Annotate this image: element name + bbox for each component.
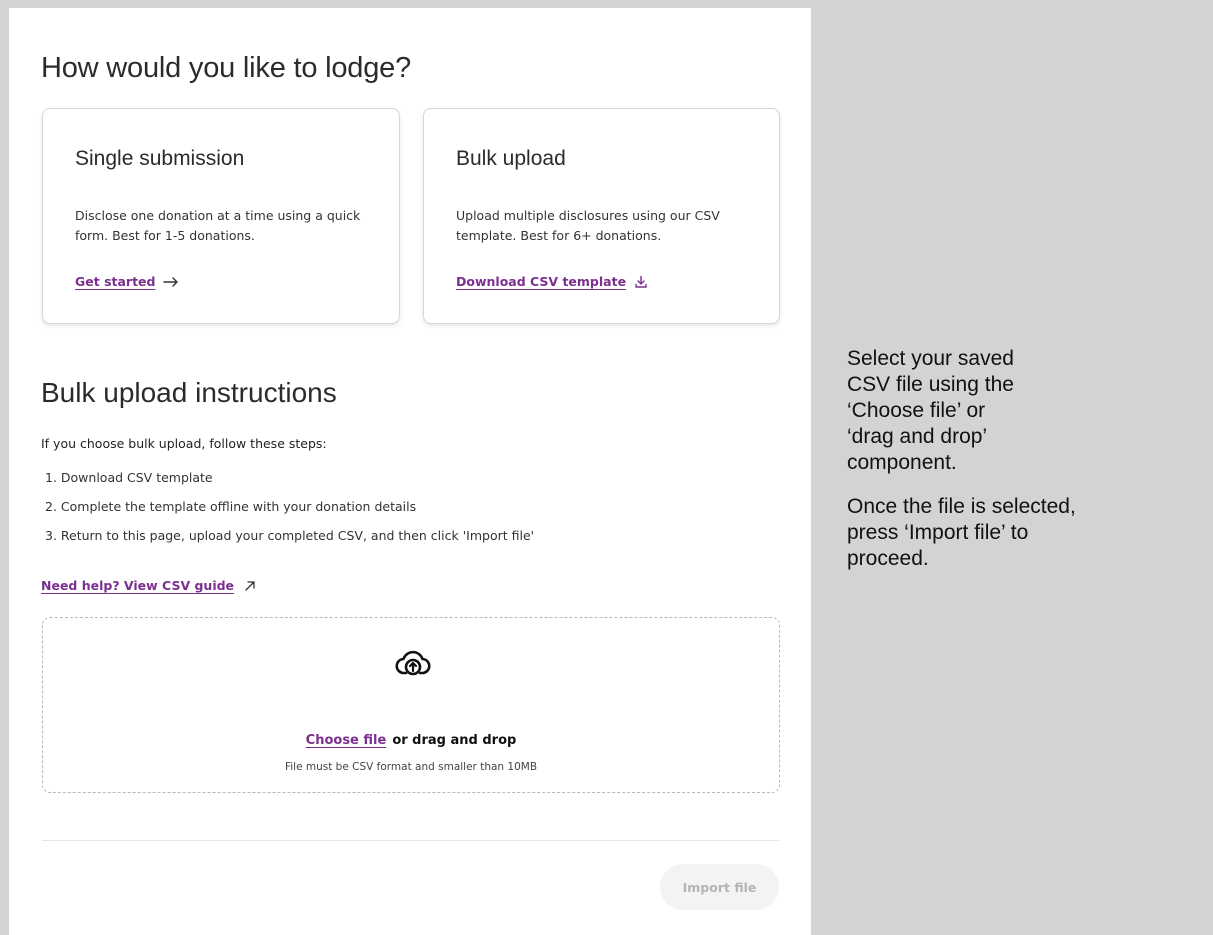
bulk-upload-card: Bulk upload Upload multiple disclosures … bbox=[423, 108, 780, 324]
step-item: 3. Return to this page, upload your comp… bbox=[45, 528, 535, 543]
cloud-upload-icon bbox=[395, 650, 431, 676]
get-started-label: Get started bbox=[75, 274, 156, 289]
card-description: Disclose one donation at a time using a … bbox=[75, 208, 361, 243]
csv-guide-label: Need help? View CSV guide bbox=[41, 578, 235, 593]
lodge-panel: How would you like to lodge? Single subm… bbox=[9, 8, 811, 935]
dropzone-prompt: Choose file or drag and drop bbox=[43, 733, 779, 748]
csv-guide-link[interactable]: Need help? View CSV guide bbox=[41, 578, 256, 593]
card-description: Upload multiple disclosures using our CS… bbox=[456, 208, 720, 243]
step-item: 1. Download CSV template bbox=[45, 470, 213, 485]
page-title: How would you like to lodge? bbox=[41, 52, 412, 84]
download-csv-template-link[interactable]: Download CSV template bbox=[456, 274, 648, 289]
annotation-note: Select your saved CSV file using the ‘Ch… bbox=[847, 346, 1187, 590]
arrow-right-icon bbox=[163, 276, 179, 287]
instruction-steps: 1. Download CSV template 2. Complete the… bbox=[45, 469, 534, 556]
download-csv-template-label: Download CSV template bbox=[456, 274, 627, 289]
card-title: Bulk upload bbox=[456, 147, 566, 170]
annotation-paragraph: Once the file is selected, press ‘Import… bbox=[847, 495, 1076, 570]
section-title: Bulk upload instructions bbox=[41, 377, 337, 408]
drag-drop-text: or drag and drop bbox=[392, 733, 517, 748]
annotation-paragraph: Select your saved CSV file using the ‘Ch… bbox=[847, 347, 1014, 474]
single-submission-card: Single submission Disclose one donation … bbox=[42, 108, 400, 324]
footer-divider bbox=[42, 840, 780, 841]
external-link-icon bbox=[245, 580, 255, 591]
step-item: 2. Complete the template offline with yo… bbox=[45, 499, 417, 514]
card-title: Single submission bbox=[75, 147, 245, 170]
download-icon bbox=[635, 275, 647, 288]
import-file-button[interactable]: Import file bbox=[660, 864, 779, 910]
get-started-link[interactable]: Get started bbox=[75, 274, 179, 289]
file-requirements-hint: File must be CSV format and smaller than… bbox=[284, 761, 538, 773]
choose-file-link[interactable]: Choose file bbox=[306, 733, 387, 748]
instructions-intro: If you choose bulk upload, follow these … bbox=[41, 436, 327, 451]
file-dropzone[interactable]: Choose file or drag and drop File must be… bbox=[42, 617, 780, 793]
